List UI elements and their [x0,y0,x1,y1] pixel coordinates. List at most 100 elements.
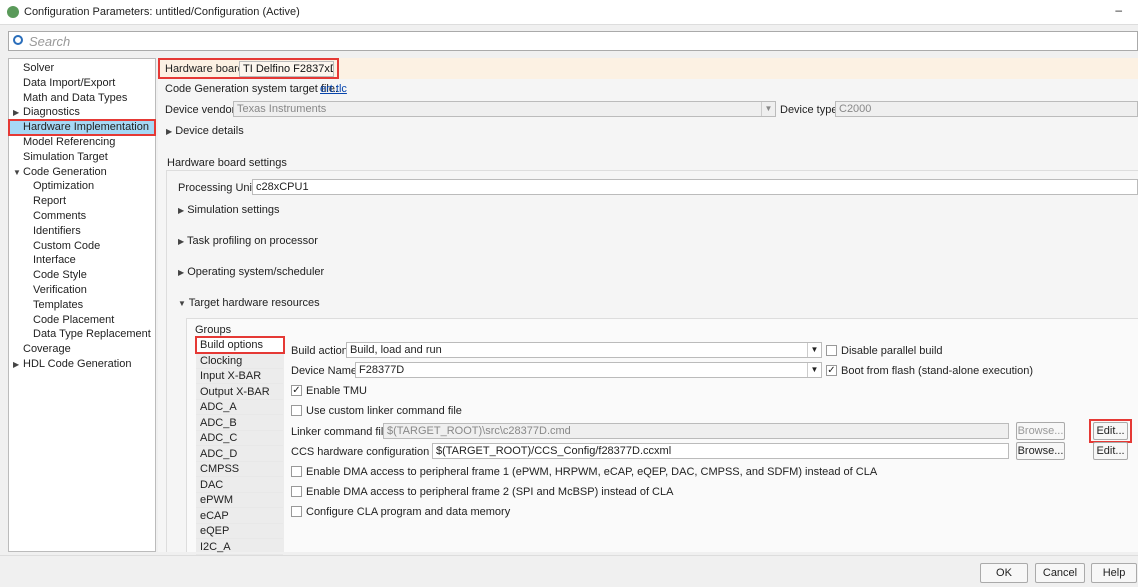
device-details-label: Device details [175,125,244,137]
group-item[interactable]: eCAP [196,509,283,524]
tree-item[interactable]: Report [9,194,155,209]
device-name-value: F28377D [359,364,405,376]
ccs-input[interactable]: $(TARGET_ROOT)/CCS_Config/f28377D.ccxml [432,443,1009,459]
tree-item[interactable]: Math and Data Types [9,91,155,106]
group-item[interactable]: Output X-BAR [196,385,283,400]
tree-item-label: Math and Data Types [23,91,128,104]
group-item[interactable]: ADC_C [196,431,283,446]
device-details-toggle[interactable]: ▶ Device details [166,125,244,137]
expand-icon: ▶ [178,237,185,246]
expand-icon[interactable]: ▶ [13,357,19,372]
group-item[interactable]: ADC_B [196,416,283,431]
vendor-label: Device vendor: [165,104,239,116]
linker-browse-button[interactable]: Browse... [1016,422,1065,440]
tree-item[interactable]: Identifiers [9,224,155,239]
tree-item[interactable]: Templates [9,298,155,313]
group-item[interactable]: Clocking [196,354,283,369]
group-item[interactable]: Input X-BAR [196,369,283,384]
group-item[interactable]: ADC_D [196,447,283,462]
search-icon [13,35,23,45]
dma2-label: Enable DMA access to peripheral frame 2 … [306,486,674,498]
group-item[interactable]: ADC_A [196,400,283,415]
ccs-label: CCS hardware configuration file: [291,446,450,458]
sim-settings-toggle[interactable]: ▶ Simulation settings [178,204,280,216]
os-toggle[interactable]: ▶ Operating system/scheduler [178,266,324,278]
tree-item-label: Code Placement [33,313,115,326]
tree-item[interactable]: ▶ HDL Code Generation [9,357,155,372]
ccs-edit-button[interactable]: Edit... [1093,442,1128,460]
settings-pane: Hardware board: TI Delfino F2837xD Code … [158,58,1138,555]
collapse-icon: ▼ [178,299,186,308]
collapse-icon[interactable]: ▼ [13,165,21,180]
tree-item[interactable]: ▶ Diagnostics [9,105,155,120]
linker-input[interactable]: $(TARGET_ROOT)\src\c28377D.cmd [383,423,1009,439]
tree-item-label: Report [33,195,67,208]
disable-parallel-checkbox[interactable] [826,345,837,356]
tree-item[interactable]: Code Placement [9,313,155,328]
chevron-down-icon: ▼ [807,363,821,377]
tree-item-label: Simulation Target [23,150,108,163]
ok-button[interactable]: OK [980,563,1028,583]
tree-item[interactable]: Coverage [9,342,155,357]
task-profiling-toggle[interactable]: ▶ Task profiling on processor [178,235,318,247]
pu-input[interactable]: c28xCPU1 [252,179,1138,195]
tree-item[interactable]: Verification [9,283,155,298]
tree-item[interactable]: Hardware Implementation [8,119,156,137]
boot-flash-checkbox[interactable]: ✓ [826,365,837,376]
tree-item[interactable]: Model Referencing [9,135,155,150]
tree-item-label: Data Import/Export [23,76,116,89]
groups-label: Groups [195,324,232,336]
dma1-checkbox[interactable] [291,466,302,477]
thr-label: Target hardware resources [188,297,320,309]
target-file-link[interactable]: ert.tlc [320,83,347,95]
group-item[interactable]: ePWM [196,493,283,508]
cla-label: Configure CLA program and data memory [306,506,511,518]
enable-tmu-label: Enable TMU [306,385,367,397]
tree-item[interactable]: Solver [9,61,155,76]
type-label: Device type: [780,104,841,116]
tree-item[interactable]: Data Import/Export [9,76,155,91]
help-button[interactable]: Help [1091,563,1137,583]
tree-item-label: Verification [33,284,87,296]
tree-item[interactable]: ▼ Code Generation [9,165,155,180]
tree-item[interactable]: Comments [9,209,155,224]
tree-item-label: Solver [23,62,55,74]
tree-item[interactable]: Data Type Replacement [9,327,155,342]
custom-linker-checkbox[interactable] [291,405,302,416]
tree-item-label: Hardware Implementation [23,121,149,134]
expand-icon[interactable]: ▶ [13,105,19,120]
tree-item-label: Custom Code [33,239,101,252]
ccs-browse-button[interactable]: Browse... [1016,442,1065,460]
tree-item[interactable]: Custom Code [9,239,155,254]
tree-item[interactable]: Code Style [9,268,155,283]
tree-item[interactable]: Interface [9,253,155,268]
device-name-label: Device Name: [291,365,361,377]
tree-item[interactable]: Simulation Target [9,150,155,165]
group-item[interactable]: CMPSS [196,462,283,477]
cla-checkbox[interactable] [291,506,302,517]
tree-item[interactable]: Optimization [9,179,155,194]
sim-settings-label: Simulation settings [187,204,280,216]
vendor-select[interactable]: Texas Instruments ▼ [233,101,776,117]
tree-item-label: Code Style [33,269,87,282]
group-item[interactable]: DAC [196,478,283,493]
build-action-select[interactable]: Build, load and run ▼ [346,342,822,358]
vendor-value: Texas Instruments [237,103,327,115]
minimize-button[interactable]: – [1115,3,1122,17]
thr-toggle[interactable]: ▼ Target hardware resources [178,297,320,309]
cancel-button[interactable]: Cancel [1035,563,1085,583]
chevron-down-icon: ▼ [761,102,775,116]
highlight-box [195,336,285,354]
group-item[interactable]: eQEP [196,524,283,539]
enable-tmu-checkbox[interactable]: ✓ [291,385,302,396]
tree-item-label: Comments [33,210,87,222]
search-input[interactable]: Search [8,31,1138,51]
tree-item-label: HDL Code Generation [23,358,132,370]
hardware-board-select[interactable]: TI Delfino F2837xD [239,61,334,77]
group-item[interactable]: I2C_A [196,540,283,555]
groups-list: Build options Clocking Input X-BAR Output X… [196,337,284,555]
type-input[interactable]: C2000 [835,101,1138,117]
category-tree: Solver Data Import/Export Math and Data Ty… [8,58,156,552]
dma2-checkbox[interactable] [291,486,302,497]
device-name-select[interactable]: F28377D ▼ [355,362,822,378]
